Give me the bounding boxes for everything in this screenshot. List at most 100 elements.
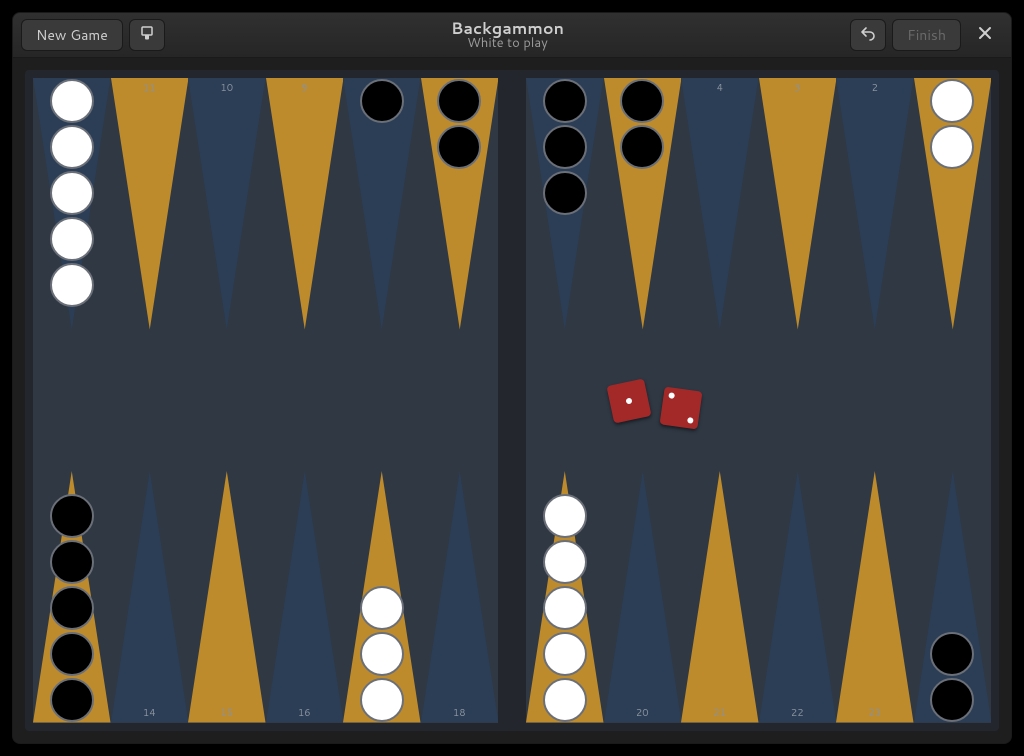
black-checker[interactable]	[50, 494, 94, 538]
point-1[interactable]: 1	[914, 78, 992, 401]
black-checker[interactable]	[50, 678, 94, 722]
checker-stack	[526, 78, 604, 216]
point-10[interactable]: 10	[188, 78, 266, 401]
black-checker[interactable]	[437, 125, 481, 169]
point-11[interactable]: 11	[111, 78, 189, 401]
dice-area	[610, 375, 700, 427]
backgammon-board: 121110987 131415161718 654321 1920212223…	[25, 70, 999, 731]
point-18[interactable]: 18	[421, 401, 499, 724]
checker-stack	[526, 493, 604, 723]
checker-stack	[914, 631, 992, 723]
white-checker[interactable]	[543, 540, 587, 584]
point-2[interactable]: 2	[836, 78, 914, 401]
point-23[interactable]: 23	[836, 401, 914, 724]
black-checker[interactable]	[543, 125, 587, 169]
white-checker[interactable]	[360, 632, 404, 676]
black-checker[interactable]	[50, 586, 94, 630]
point-16[interactable]: 16	[266, 401, 344, 724]
new-game-label: New Game	[36, 25, 108, 45]
white-checker[interactable]	[543, 632, 587, 676]
black-checker[interactable]	[50, 540, 94, 584]
black-checker[interactable]	[620, 125, 664, 169]
point-6[interactable]: 6	[526, 78, 604, 401]
point-21[interactable]: 21	[681, 401, 759, 724]
black-checker[interactable]	[437, 79, 481, 123]
point-9[interactable]: 9	[266, 78, 344, 401]
point-24[interactable]: 24	[914, 401, 992, 724]
white-checker[interactable]	[50, 263, 94, 307]
checker-stack	[914, 78, 992, 170]
point-13[interactable]: 13	[33, 401, 111, 724]
white-checker[interactable]	[360, 586, 404, 630]
white-checker[interactable]	[360, 678, 404, 722]
point-triangle	[188, 78, 266, 330]
undo-button[interactable]	[850, 19, 886, 51]
point-22[interactable]: 22	[759, 401, 837, 724]
point-triangle	[836, 78, 914, 330]
black-checker[interactable]	[50, 632, 94, 676]
point-8[interactable]: 8	[343, 78, 421, 401]
checker-stack	[343, 585, 421, 723]
white-checker[interactable]	[543, 494, 587, 538]
point-triangle	[681, 471, 759, 723]
white-checker[interactable]	[50, 125, 94, 169]
point-triangle	[421, 471, 499, 723]
point-triangle	[266, 78, 344, 330]
finish-button[interactable]: Finish	[892, 19, 961, 51]
point-triangle	[111, 78, 189, 330]
point-7[interactable]: 7	[421, 78, 499, 401]
point-3[interactable]: 3	[759, 78, 837, 401]
quadrant-top-right: 654321	[526, 78, 991, 401]
black-checker[interactable]	[930, 678, 974, 722]
point-19[interactable]: 19	[526, 401, 604, 724]
white-checker[interactable]	[930, 79, 974, 123]
checker-stack	[604, 78, 682, 170]
new-game-button[interactable]: New Game	[21, 19, 123, 51]
point-12[interactable]: 12	[33, 78, 111, 401]
point-triangle	[836, 471, 914, 723]
white-checker[interactable]	[930, 125, 974, 169]
white-checker[interactable]	[50, 79, 94, 123]
checker-stack	[343, 78, 421, 124]
white-checker[interactable]	[543, 678, 587, 722]
point-14[interactable]: 14	[111, 401, 189, 724]
finish-label: Finish	[907, 25, 946, 45]
board-left-half: 121110987 131415161718	[33, 78, 498, 723]
point-20[interactable]: 20	[604, 401, 682, 724]
checker-stack	[33, 78, 111, 308]
point-4[interactable]: 4	[681, 78, 759, 401]
black-checker[interactable]	[360, 79, 404, 123]
point-triangle	[759, 78, 837, 330]
point-triangle	[681, 78, 759, 330]
point-triangle	[266, 471, 344, 723]
point-triangle	[111, 471, 189, 723]
close-button[interactable]	[967, 19, 1003, 51]
header-right: Finish	[850, 19, 1003, 51]
hint-icon	[139, 25, 155, 46]
checker-stack	[421, 78, 499, 170]
undo-icon	[860, 25, 876, 46]
die-1[interactable]	[606, 378, 651, 423]
header-center: Backgammon White to play	[171, 21, 844, 50]
black-checker[interactable]	[930, 632, 974, 676]
board-container: 121110987 131415161718 654321 1920212223…	[12, 58, 1012, 744]
board-bar	[498, 78, 526, 723]
die-2[interactable]	[659, 386, 702, 429]
point-15[interactable]: 15	[188, 401, 266, 724]
white-checker[interactable]	[50, 171, 94, 215]
board-right-half: 654321 192021222324	[526, 78, 991, 723]
white-checker[interactable]	[543, 586, 587, 630]
black-checker[interactable]	[620, 79, 664, 123]
black-checker[interactable]	[543, 171, 587, 215]
hint-button[interactable]	[129, 19, 165, 51]
point-triangle	[188, 471, 266, 723]
quadrant-bottom-left: 131415161718	[33, 401, 498, 724]
point-17[interactable]: 17	[343, 401, 421, 724]
black-checker[interactable]	[543, 79, 587, 123]
app-window: New Game Backgammon White to play Finish	[0, 0, 1024, 756]
checker-stack	[33, 493, 111, 723]
quadrant-top-left: 121110987	[33, 78, 498, 401]
point-5[interactable]: 5	[604, 78, 682, 401]
close-icon	[977, 25, 993, 46]
white-checker[interactable]	[50, 217, 94, 261]
